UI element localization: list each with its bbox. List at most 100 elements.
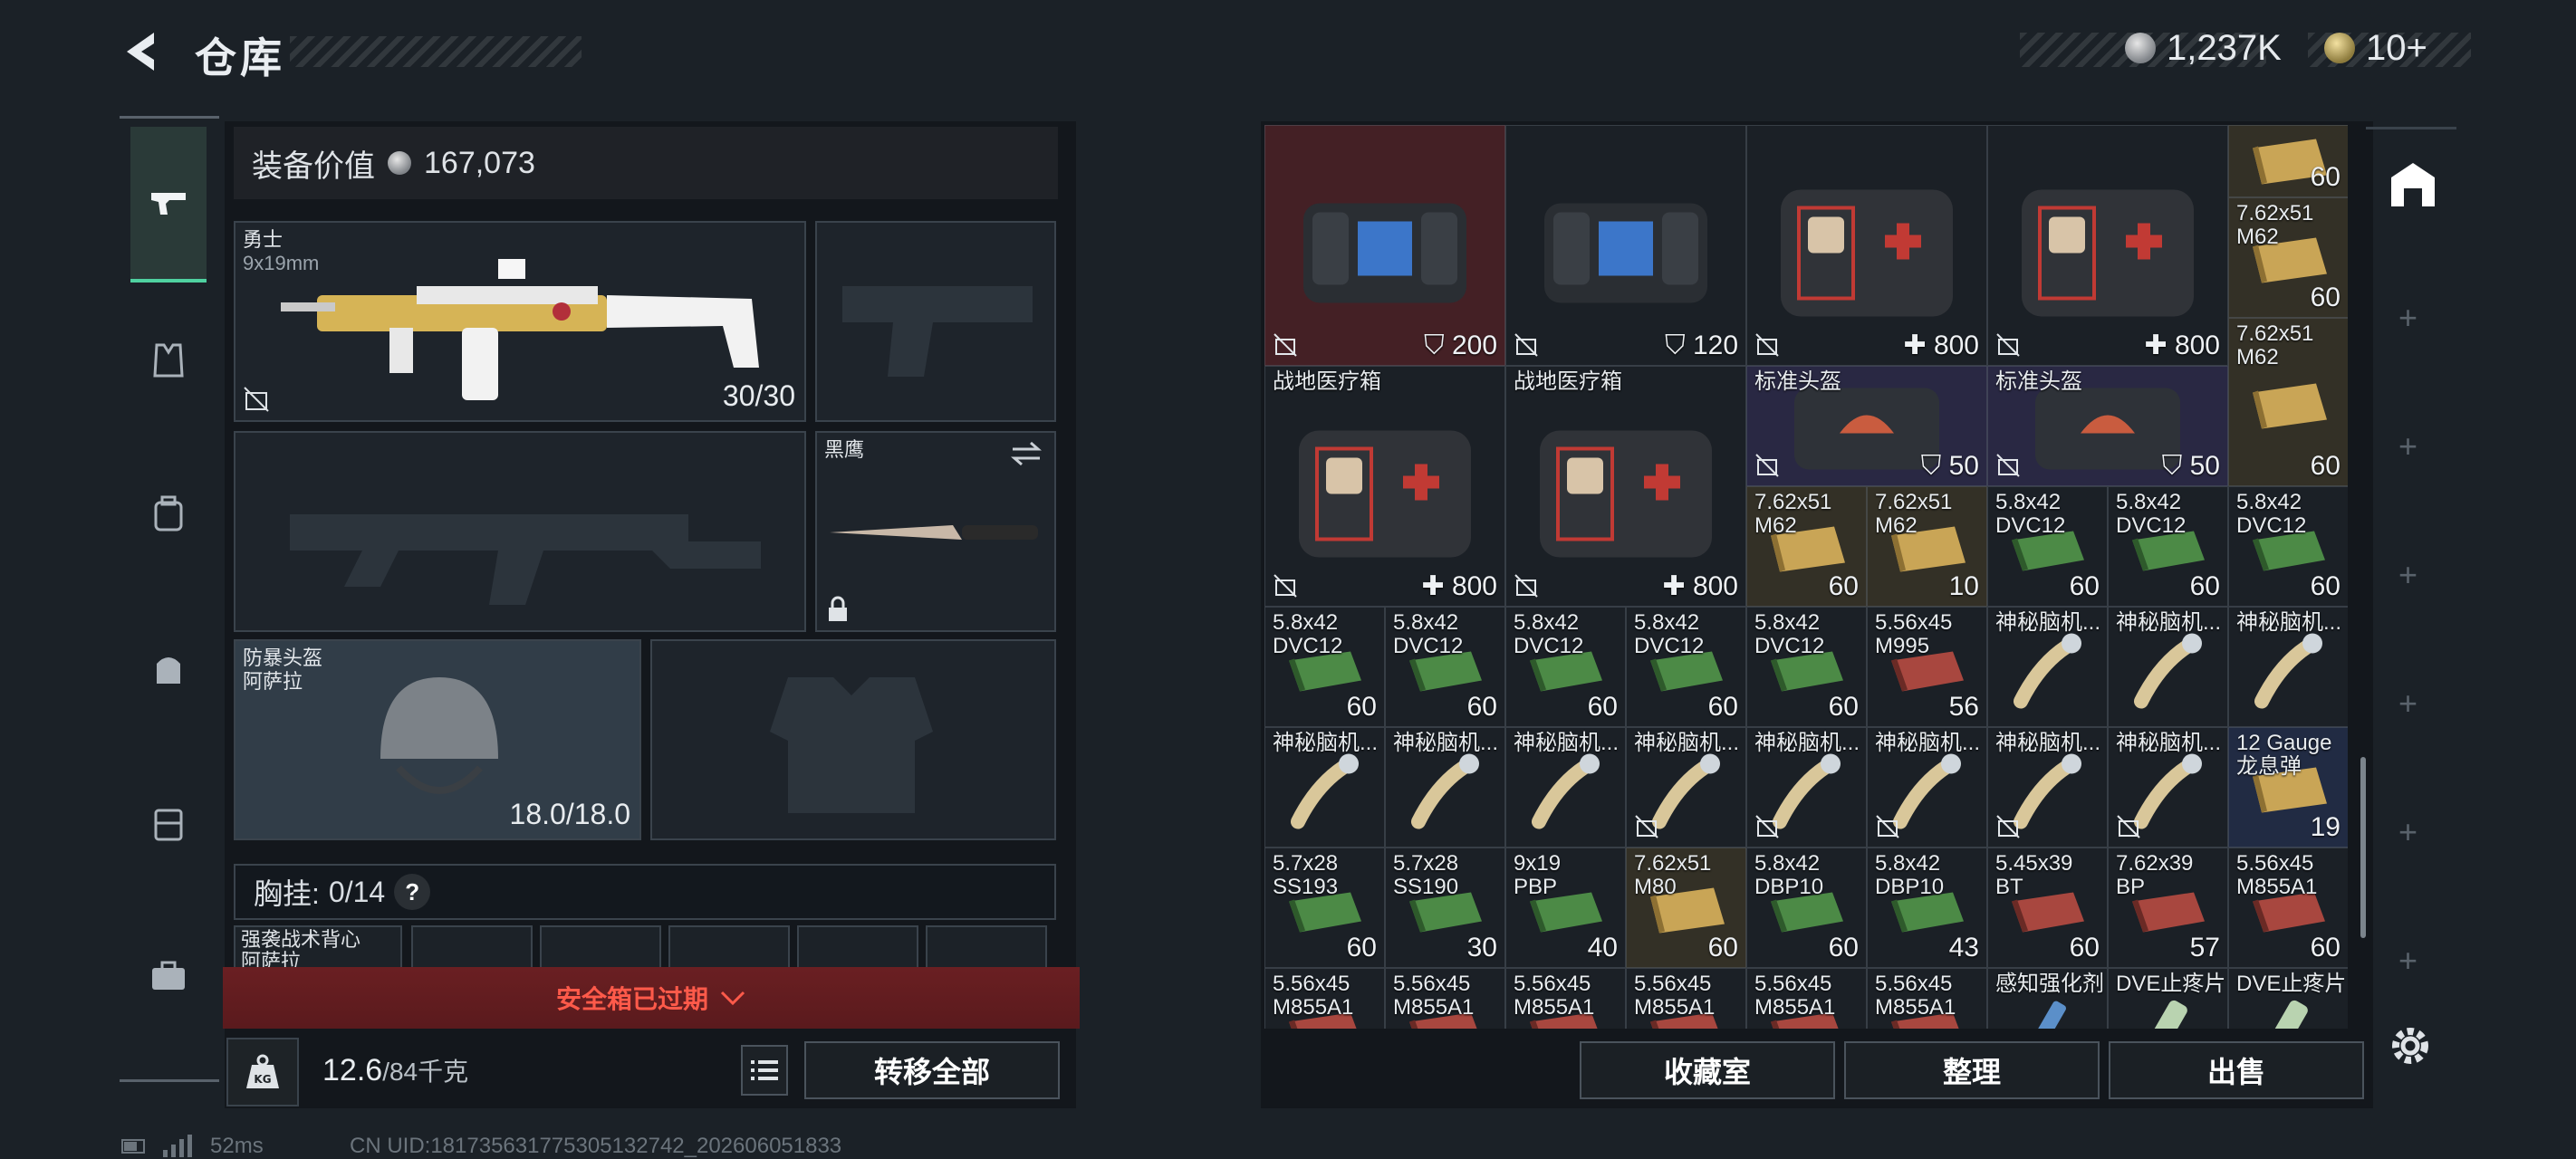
nav-pouch[interactable]	[130, 596, 207, 741]
inventory-item[interactable]: ✚ 800	[1746, 125, 1987, 366]
back-arrow-icon[interactable]	[118, 27, 163, 76]
inventory-item[interactable]: 5.8x42 DVC12 60	[2108, 486, 2228, 607]
item-count: ✚ 800	[1662, 571, 1738, 601]
inventory-item[interactable]: 5.8x42 DVC12 60	[1385, 607, 1505, 727]
sort-button[interactable]: 整理	[1844, 1041, 2100, 1099]
inventory-item[interactable]: 7.62x51 M80 60	[1626, 848, 1746, 968]
item-count: 10	[1948, 571, 1979, 601]
add-tab-icon[interactable]: +	[2398, 942, 2417, 980]
inventory-item[interactable]: 5.56x45M855A160	[1385, 968, 1505, 1029]
item-count: 43	[1948, 933, 1979, 963]
nav-backpack[interactable]	[130, 442, 207, 587]
helmet-slot[interactable]: 防暴头盔 阿萨拉 18.0/18.0	[234, 639, 641, 840]
inventory-item[interactable]: 12 Gauge 龙息弹 19	[2228, 727, 2348, 848]
inventory-item[interactable]: 神秘脑机...	[1987, 727, 2108, 848]
inventory-item[interactable]: 7.62x51 M62 60	[1746, 486, 1867, 607]
secondary-weapon-slot[interactable]	[234, 431, 806, 632]
inventory-item[interactable]: 5.8x42 DVC12 60	[1264, 607, 1385, 727]
item-label: 12 Gauge 龙息弹	[2236, 731, 2332, 779]
primary-weapon-slot[interactable]: 勇士 9x19mm 30/30	[234, 221, 806, 422]
inventory-item[interactable]: 神秘脑机...	[1746, 727, 1867, 848]
add-tab-icon[interactable]: +	[2398, 556, 2417, 594]
inventory-item[interactable]: 神秘脑机...	[1385, 727, 1505, 848]
inventory-item[interactable]: 5.56x45M855A160	[1746, 968, 1867, 1029]
inventory-item[interactable]: 5.7x28 SS193 60	[1264, 848, 1385, 968]
add-tab-icon[interactable]: +	[2398, 299, 2417, 337]
inventory-item[interactable]: 5.8x42 DVC12 60	[1746, 607, 1867, 727]
pistol-slot[interactable]	[815, 221, 1056, 422]
inventory-item[interactable]: 战地医疗箱 ✚ 800	[1264, 366, 1505, 607]
inventory-item[interactable]: ⛉ 120	[1505, 125, 1746, 366]
add-tab-icon[interactable]: +	[2398, 427, 2417, 465]
inventory-item[interactable]: 5.56x45M855A120	[1867, 968, 1987, 1029]
inventory-item[interactable]: 5.8x42 DVC12 60	[1626, 607, 1746, 727]
inventory-item[interactable]: 神秘脑机...	[1505, 727, 1626, 848]
settings-gear-icon[interactable]	[2386, 1021, 2435, 1070]
inventory-item[interactable]: 9x19 PBP 40	[1505, 848, 1626, 968]
inventory-item[interactable]: 神秘脑机...	[2228, 607, 2348, 727]
inventory-item[interactable]: 神秘脑机...	[2108, 727, 2228, 848]
inventory-item[interactable]: ⛉ 200	[1264, 125, 1505, 366]
item-label: 5.56x45 M855A1	[1634, 972, 1716, 1020]
armor-silhouette-icon	[770, 677, 933, 813]
nav-vest[interactable]	[130, 288, 207, 433]
inventory-item[interactable]: 5.56x45M855A160	[2228, 848, 2348, 968]
add-tab-icon[interactable]: +	[2398, 813, 2417, 851]
inventory-item[interactable]: 5.7x28 SS190 30	[1385, 848, 1505, 968]
inventory-item[interactable]: 神秘脑机...	[2108, 607, 2228, 727]
chip-icon	[1521, 749, 1611, 835]
nav-safebox[interactable]	[130, 750, 207, 895]
inventory-item[interactable]: 7.62x51 M62 60	[2228, 196, 2348, 318]
inventory-item[interactable]: 5.8x42 DVC12 60	[2228, 486, 2348, 607]
inventory-item[interactable]: 60	[2228, 125, 2348, 197]
currency-premium[interactable]: 10+	[2324, 27, 2427, 69]
equipment-value: 装备价值 167,073	[234, 127, 1058, 199]
inventory-item[interactable]: DVE止疼片5/5	[2108, 968, 2228, 1029]
item-count: 40	[1587, 933, 1618, 963]
inventory-item[interactable]: 5.56x45M855A160	[1505, 968, 1626, 1029]
nav-briefcase[interactable]	[130, 904, 207, 1049]
item-count: 60	[1828, 692, 1859, 722]
sell-button[interactable]: 出售	[2109, 1041, 2364, 1099]
inventory-item[interactable]: 神秘脑机...	[1867, 727, 1987, 848]
inventory-item[interactable]: DVE止疼片5/5	[2228, 968, 2348, 1029]
inventory-item[interactable]: 战地医疗箱 ✚ 800	[1505, 366, 1746, 607]
inventory-item[interactable]: 5.45x39 BT 60	[1987, 848, 2108, 968]
inventory-item[interactable]: 5.56x45M855A160	[1626, 968, 1746, 1029]
inventory-item[interactable]: 5.56x45M855A160	[1264, 968, 1385, 1029]
list-view-button[interactable]	[741, 1045, 788, 1096]
inventory-item[interactable]: 5.8x42 DVC12 60	[1505, 607, 1626, 727]
inventory-item[interactable]: 神秘脑机...	[1987, 607, 2108, 727]
add-tab-icon[interactable]: +	[2398, 685, 2417, 723]
inventory-item[interactable]: 标准头盔 ⛉ 50	[1746, 366, 1987, 486]
inventory-item[interactable]: 标准头盔 ⛉ 50	[1987, 366, 2228, 486]
currency-coins[interactable]: 1,237K	[2125, 27, 2282, 69]
inventory-item[interactable]: 7.62x51 M62 60	[2228, 317, 2348, 486]
inventory-item[interactable]: 5.56x45 M995 56	[1867, 607, 1987, 727]
inventory-item[interactable]: 7.62x51 M62 10	[1867, 486, 1987, 607]
armor-slot[interactable]	[650, 639, 1056, 840]
warehouse-tab-icon[interactable]	[2386, 158, 2440, 212]
collection-room-button[interactable]: 收藏室	[1580, 1041, 1835, 1099]
inventory-item[interactable]: 感知强化剂	[1987, 968, 2108, 1029]
nav-weapons[interactable]	[130, 127, 207, 283]
help-icon[interactable]: ?	[394, 874, 431, 910]
swap-icon[interactable]	[1009, 440, 1043, 467]
no-insure-icon	[1514, 573, 1539, 599]
inventory-item[interactable]: 7.62x39 BP 57	[2108, 848, 2228, 968]
chest-rig-bar[interactable]: 胸挂: 0/14 ?	[234, 864, 1056, 920]
no-insure-icon	[1754, 332, 1780, 358]
item-label: 神秘脑机...	[2116, 731, 2222, 755]
item-count: 56	[1948, 692, 1979, 722]
inventory-item[interactable]: 神秘脑机...	[1264, 727, 1385, 848]
item-label: DVE止疼片	[2236, 972, 2347, 996]
melee-slot[interactable]: 黑鹰	[815, 431, 1056, 632]
inventory-item[interactable]: 5.8x42 DBP10 43	[1867, 848, 1987, 968]
safebox-expired-banner[interactable]: 安全箱已过期	[223, 967, 1080, 1029]
inventory-item[interactable]: 5.8x42 DBP10 60	[1746, 848, 1867, 968]
inventory-item[interactable]: ✚ 800	[1987, 125, 2228, 366]
transfer-all-button[interactable]: 转移全部	[804, 1041, 1060, 1099]
item-label: 5.56x45 M855A1	[1393, 972, 1475, 1020]
inventory-item[interactable]: 5.8x42 DVC12 60	[1987, 486, 2108, 607]
inventory-item[interactable]: 神秘脑机...	[1626, 727, 1746, 848]
